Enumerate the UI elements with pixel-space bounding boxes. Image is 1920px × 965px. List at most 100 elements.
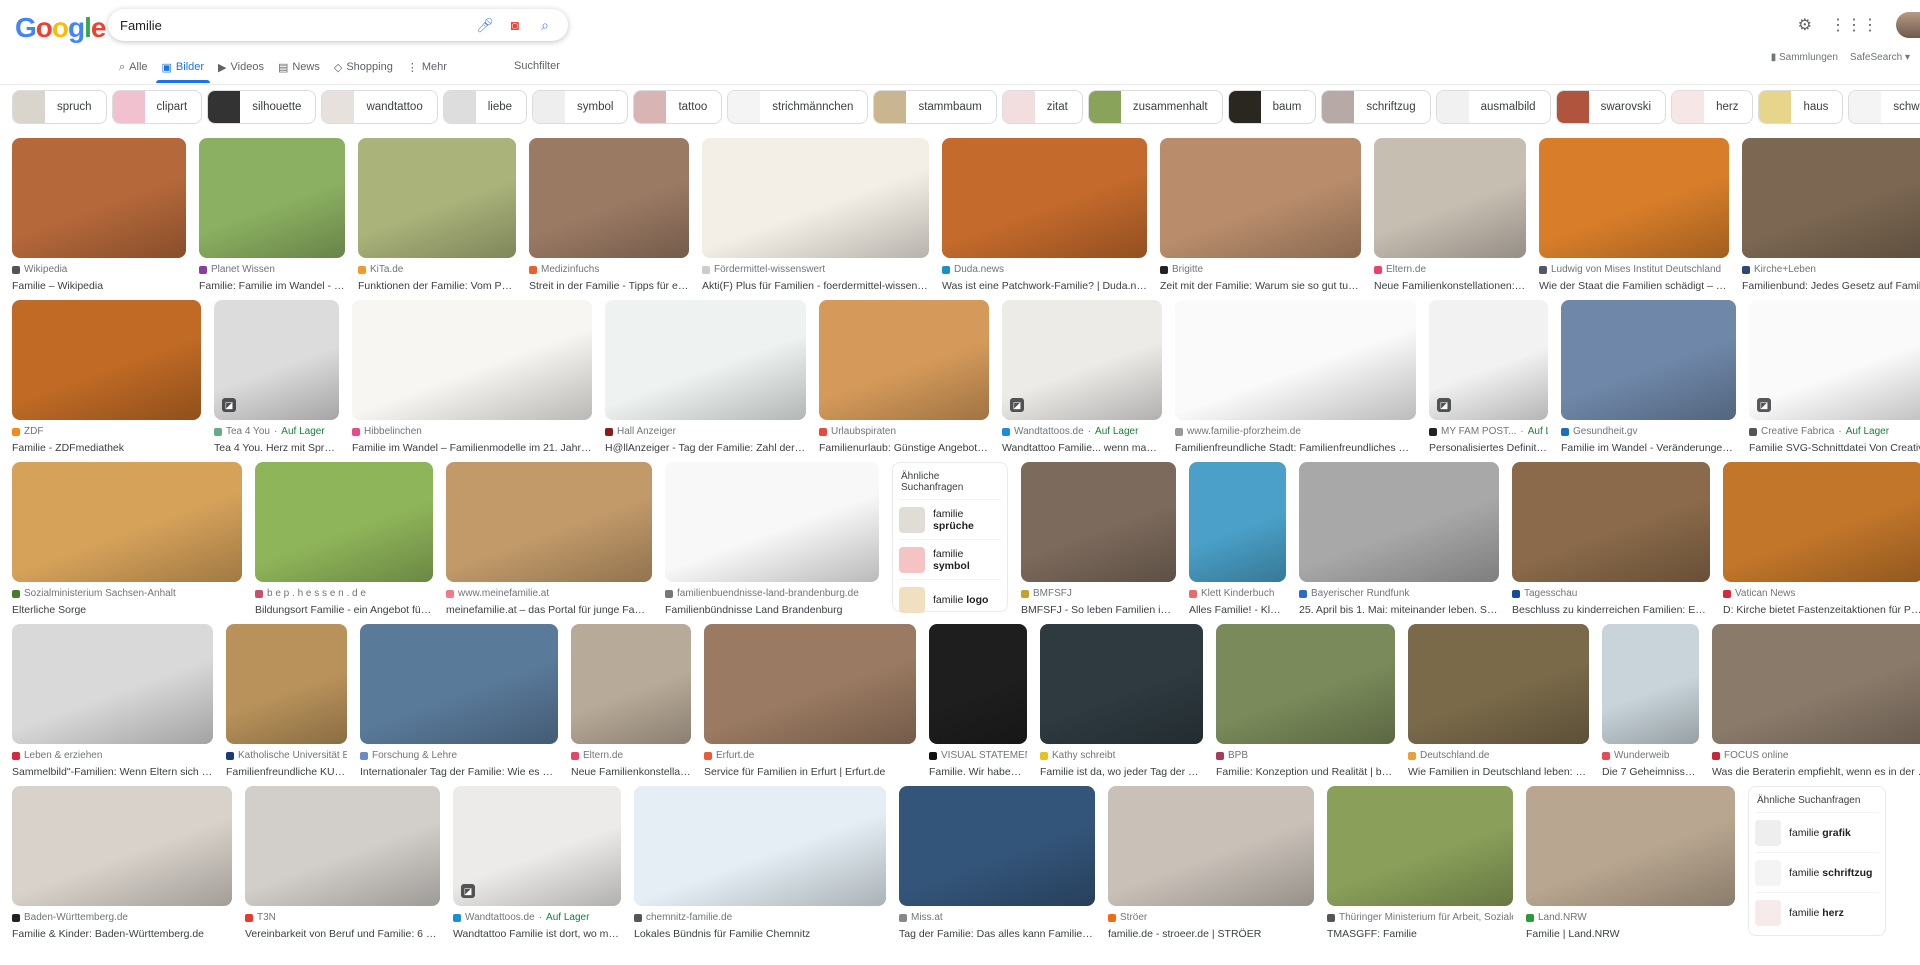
chip-spruch[interactable]: spruch: [12, 90, 107, 124]
result-source[interactable]: Gesundheit.gv: [1561, 426, 1736, 437]
result-source[interactable]: Ströer: [1108, 912, 1314, 923]
result-title[interactable]: Familie. Wir haben viell...: [929, 766, 1027, 778]
result-title[interactable]: Tag der Familie: Das alles kann Familie …: [899, 928, 1095, 940]
result-source[interactable]: FOCUS online: [1712, 750, 1920, 761]
image-thumbnail[interactable]: [1040, 624, 1203, 744]
result-source[interactable]: Miss.at: [899, 912, 1095, 923]
image-result[interactable]: Planet Wissen Familie: Familie im Wandel …: [199, 138, 345, 300]
result-source[interactable]: Creative Fabrica · Auf Lager: [1749, 426, 1920, 437]
camera-lens-icon[interactable]: ◙: [504, 17, 526, 33]
result-title[interactable]: Lokales Bündnis für Familie Chemnitz: [634, 928, 886, 940]
result-title[interactable]: Familie - ZDFmediathek: [12, 442, 201, 454]
result-source[interactable]: Eltern.de: [571, 750, 691, 761]
image-thumbnail[interactable]: [634, 786, 886, 906]
image-thumbnail[interactable]: [704, 624, 916, 744]
image-thumbnail[interactable]: [1512, 462, 1710, 582]
chip-tattoo[interactable]: tattoo: [633, 90, 723, 124]
related-search-item[interactable]: familie grafik: [1755, 812, 1879, 852]
result-source[interactable]: Tagesschau: [1512, 588, 1710, 599]
result-source[interactable]: Brigitte: [1160, 264, 1361, 275]
chip-stammbaum[interactable]: stammbaum: [873, 90, 997, 124]
result-title[interactable]: Familie – Wikipedia: [12, 280, 186, 292]
result-title[interactable]: Familienfreundliche KU: Kath...: [226, 766, 347, 778]
chip-haus[interactable]: haus: [1758, 90, 1844, 124]
image-thumbnail[interactable]: [1299, 462, 1499, 582]
chip-baum[interactable]: baum: [1227, 90, 1317, 124]
result-source[interactable]: Thüringer Ministerium für Arbeit, Sozial…: [1327, 912, 1513, 923]
result-source[interactable]: Medizinfuchs: [529, 264, 689, 275]
result-title[interactable]: Was die Beraterin empfiehlt, wenn es in …: [1712, 766, 1920, 778]
result-source[interactable]: familienbuendnisse-land-brandenburg.de: [665, 588, 879, 599]
tab-shopping[interactable]: ◇ Shopping: [334, 57, 393, 77]
image-thumbnail[interactable]: [1175, 300, 1416, 420]
image-result[interactable]: Forschung & Lehre Internationaler Tag der…: [360, 624, 558, 786]
image-result[interactable]: ◪ Wandtattoos.de · Auf Lager Wandtattoo Fami…: [1002, 300, 1162, 462]
image-thumbnail[interactable]: ◪: [214, 300, 339, 420]
image-thumbnail[interactable]: [942, 138, 1147, 258]
image-result[interactable]: Erfurt.de Service für Familien in Erfurt …: [704, 624, 916, 786]
result-source[interactable]: Planet Wissen: [199, 264, 345, 275]
image-result[interactable]: Fördermittel-wissenswert Akti(F) Plus für…: [702, 138, 929, 300]
image-result[interactable]: Ludwig von Mises Institut Deutschland Wie…: [1539, 138, 1729, 300]
image-result[interactable]: Klett Kinderbuch Alles Familie! - Klett K…: [1189, 462, 1286, 624]
image-result[interactable]: ◪ Wandtattoos.de · Auf Lager Wandtattoo Fami…: [453, 786, 621, 948]
chip-strichmännchen[interactable]: strichmännchen: [727, 90, 869, 124]
image-thumbnail[interactable]: ◪: [1749, 300, 1920, 420]
result-source[interactable]: www.familie-pforzheim.de: [1175, 426, 1416, 437]
image-thumbnail[interactable]: [12, 462, 242, 582]
search-filter-button[interactable]: Suchfilter: [514, 60, 560, 72]
chip-silhouette[interactable]: silhouette: [207, 90, 317, 124]
result-source[interactable]: Kathy schreibt: [1040, 750, 1203, 761]
result-title[interactable]: Neue Familienkonstellationen...: [571, 766, 691, 778]
chip-liebe[interactable]: liebe: [442, 90, 528, 124]
chip-herz[interactable]: herz: [1671, 90, 1754, 124]
tab-bilder[interactable]: ▣ Bilder: [155, 57, 210, 83]
image-thumbnail[interactable]: [199, 138, 345, 258]
image-result[interactable]: BMFSFJ BMFSFJ - So leben Familien in Deut…: [1021, 462, 1176, 624]
apps-grid-icon[interactable]: ⋮⋮⋮: [1830, 15, 1878, 35]
image-thumbnail[interactable]: [571, 624, 691, 744]
result-title[interactable]: Service für Familien in Erfurt | Erfurt.…: [704, 766, 916, 778]
result-title[interactable]: Alles Familie! - Klett Kin...: [1189, 604, 1286, 616]
result-source[interactable]: Urlaubspiraten: [819, 426, 989, 437]
result-title[interactable]: Familie | Land.NRW: [1526, 928, 1735, 940]
result-title[interactable]: Familie im Wandel - Veränderungen im Fam…: [1561, 442, 1736, 454]
image-result[interactable]: Hall Anzeiger H@llAnzeiger - Tag der Fami…: [605, 300, 806, 462]
image-result[interactable]: Miss.at Tag der Familie: Das alles kann F…: [899, 786, 1095, 948]
tab-videos[interactable]: ▶ Videos: [218, 57, 264, 77]
image-result[interactable]: Baden-Württemberg.de Familie & Kinder: Ba…: [12, 786, 232, 948]
result-title[interactable]: Familienbündnisse Land Brandenburg: [665, 604, 879, 616]
result-source[interactable]: Wikipedia: [12, 264, 186, 275]
image-result[interactable]: FOCUS online Was die Beraterin empfiehlt,…: [1712, 624, 1920, 786]
result-source[interactable]: www.meinefamilie.at: [446, 588, 652, 599]
image-thumbnail[interactable]: [1712, 624, 1920, 744]
image-result[interactable]: Eltern.de Neue Familienkonstellationen: F…: [1374, 138, 1526, 300]
image-result[interactable]: Vatican News D: Kirche bietet Fastenzeita…: [1723, 462, 1920, 624]
image-result[interactable]: Ströer familie.de - stroeer.de | STRÖER: [1108, 786, 1314, 948]
result-source[interactable]: Duda.news: [942, 264, 1147, 275]
image-result[interactable]: Thüringer Ministerium für Arbeit, Sozial…: [1327, 786, 1513, 948]
search-input[interactable]: [120, 17, 466, 33]
image-result[interactable]: Sozialministerium Sachsen-Anhalt Elterlic…: [12, 462, 242, 624]
result-source[interactable]: Kirche+Leben: [1742, 264, 1920, 275]
image-result[interactable]: Eltern.de Neue Familienkonstellationen...: [571, 624, 691, 786]
image-thumbnail[interactable]: [665, 462, 879, 582]
image-thumbnail[interactable]: [529, 138, 689, 258]
gear-icon[interactable]: ⚙: [1798, 15, 1812, 35]
result-source[interactable]: T3N: [245, 912, 440, 923]
image-result[interactable]: Urlaubspiraten Familienurlaub: Günstige A…: [819, 300, 989, 462]
image-thumbnail[interactable]: [929, 624, 1027, 744]
image-thumbnail[interactable]: [1216, 624, 1395, 744]
result-source[interactable]: Land.NRW: [1526, 912, 1735, 923]
result-title[interactable]: Elterliche Sorge: [12, 604, 242, 616]
result-title[interactable]: Familie: Familie im Wandel - Familie ...: [199, 280, 345, 292]
result-title[interactable]: BMFSFJ - So leben Familien in Deutschl..…: [1021, 604, 1176, 616]
image-thumbnail[interactable]: [702, 138, 929, 258]
result-source[interactable]: Ludwig von Mises Institut Deutschland: [1539, 264, 1729, 275]
image-thumbnail[interactable]: [1408, 624, 1589, 744]
image-thumbnail[interactable]: [1723, 462, 1920, 582]
related-search-item[interactable]: familie herz: [1755, 892, 1879, 932]
image-thumbnail[interactable]: ◪: [1429, 300, 1548, 420]
result-source[interactable]: BPB: [1216, 750, 1395, 761]
image-result[interactable]: ◪ Creative Fabrica · Auf Lager Familie SVG-S…: [1749, 300, 1920, 462]
